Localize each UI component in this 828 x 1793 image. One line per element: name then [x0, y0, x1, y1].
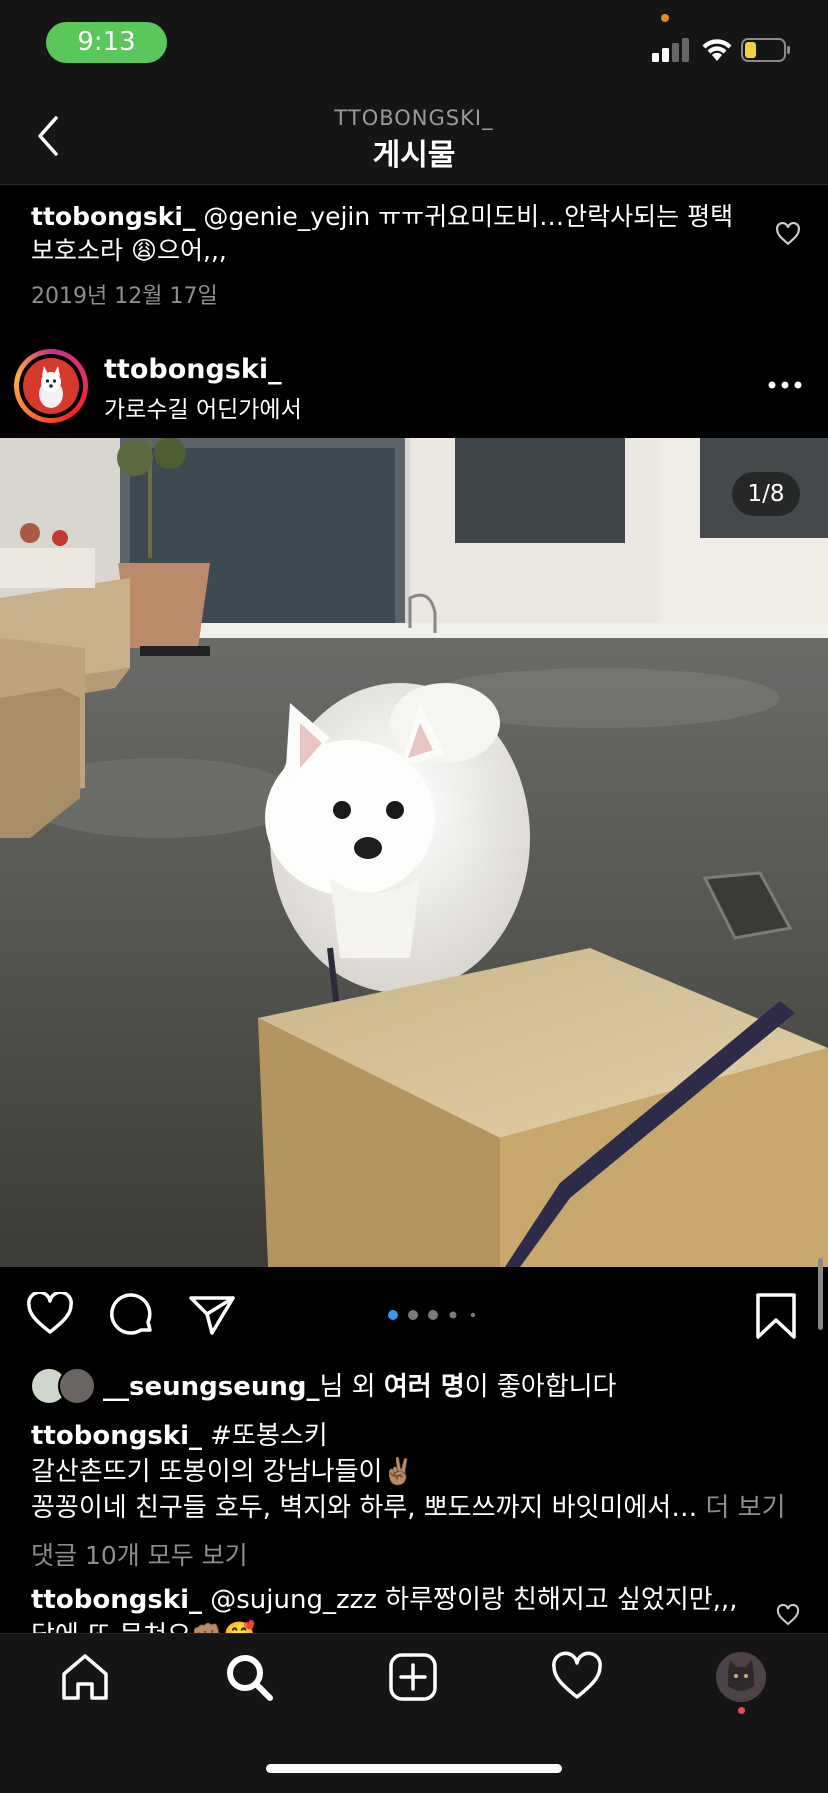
home-icon[interactable] — [58, 1650, 112, 1704]
post-username[interactable]: ttobongski_ — [104, 354, 282, 385]
like-heart-icon[interactable] — [26, 1292, 74, 1336]
page-title: 게시물 — [372, 138, 456, 173]
add-post-icon[interactable] — [386, 1650, 440, 1704]
post-caption: ttobongski_ #또봉스키 갈산촌뜨기 또봉이의 강남나들이✌🏽 꽁꽁이… — [31, 1418, 821, 1526]
dog-photo-image — [0, 438, 828, 1267]
cellular-signal-icon — [652, 38, 689, 62]
share-paper-plane-icon[interactable] — [188, 1294, 236, 1336]
post-location[interactable]: 가로수길 어딘가에서 — [104, 390, 302, 424]
likes-summary[interactable]: __seungseung_님 외 여러 명이 좋아합니다 — [103, 1366, 616, 1403]
privacy-indicator-dot — [661, 14, 669, 22]
home-indicator[interactable] — [266, 1764, 562, 1773]
dog-avatar-image — [39, 366, 63, 408]
comment-username[interactable]: ttobongski_ — [31, 1585, 202, 1615]
liker-avatar[interactable] — [58, 1367, 96, 1405]
bookmark-icon[interactable] — [754, 1292, 798, 1340]
cat-avatar-image — [716, 1652, 766, 1702]
post-photo[interactable] — [0, 438, 828, 1267]
comment-like-icon[interactable] — [776, 1604, 800, 1626]
photo-page-counter: 1/8 — [732, 472, 800, 516]
comment-username[interactable]: ttobongski_ — [31, 202, 195, 231]
notification-dot — [738, 1707, 745, 1714]
caption-username[interactable]: ttobongski_ — [31, 1421, 202, 1451]
scrollbar[interactable] — [818, 1258, 823, 1330]
caption-line: 꽁꽁이네 친구들 호두, 벽지와 하루, 뽀도쓰까지 바잇미에서… — [31, 1493, 698, 1523]
search-icon[interactable] — [222, 1650, 276, 1704]
caption-hashtag[interactable]: #또봉스키 — [202, 1421, 327, 1451]
wifi-icon — [702, 39, 732, 61]
header-username: TTOBONGSKI_ — [334, 106, 494, 130]
status-time: 9:13 — [46, 22, 167, 63]
comment-like-icon[interactable] — [775, 222, 801, 246]
view-all-comments-link[interactable]: 댓글 10개 모두 보기 — [31, 1536, 248, 1572]
comment-icon[interactable] — [108, 1292, 156, 1338]
more-options-icon[interactable] — [765, 375, 805, 395]
caption-line: 갈산촌뜨기 또봉이의 강남나들이✌🏽 — [31, 1457, 415, 1487]
profile-avatar[interactable] — [716, 1652, 766, 1702]
battery-icon — [741, 38, 790, 62]
comment-text: ttobongski_ @genie_yejin ㅠㅠ귀요미도비…안락사되는 평… — [31, 200, 749, 268]
carousel-dots — [388, 1310, 476, 1320]
comment-date: 2019년 12월 17일 — [31, 284, 218, 309]
avatar[interactable] — [23, 358, 79, 414]
heart-icon[interactable] — [550, 1650, 604, 1704]
caption-more-link[interactable]: 더 보기 — [697, 1493, 785, 1523]
liker-username[interactable]: __seungseung_ — [103, 1372, 319, 1402]
